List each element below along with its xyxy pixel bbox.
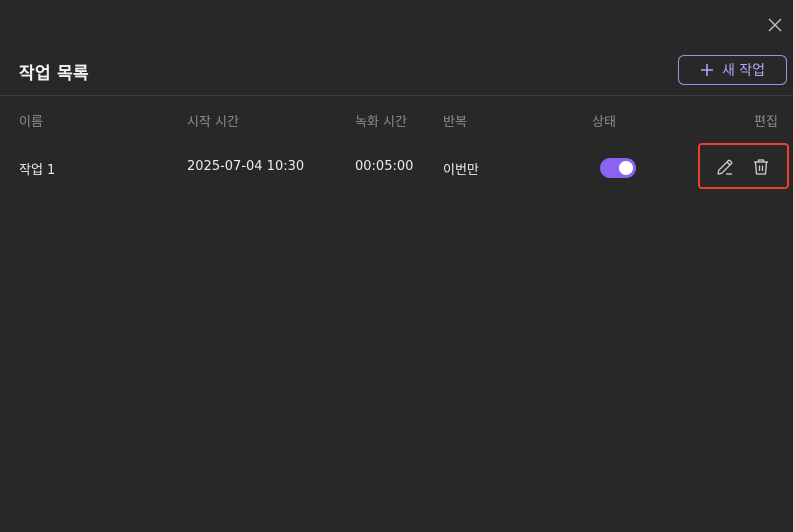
column-header-edit: 편집: [754, 115, 778, 130]
pencil-icon: [717, 159, 733, 175]
header-divider: [0, 95, 793, 96]
column-header-name: 이름: [19, 115, 43, 130]
task-start-time: 2025-07-04 10:30: [187, 159, 305, 174]
column-header-record-time: 녹화 시간: [355, 115, 407, 130]
plus-icon: [700, 64, 713, 76]
dialog-title: 작업 목록: [19, 64, 89, 84]
column-header-status: 상태: [592, 115, 616, 130]
column-header-repeat: 반복: [443, 115, 467, 130]
new-task-button[interactable]: 새 작업: [678, 55, 787, 85]
status-toggle[interactable]: [600, 158, 636, 178]
new-task-button-label: 새 작업: [721, 63, 766, 79]
task-list-dialog: 작업 목록 새 작업 이름 시작 시간 녹화 시간 반복 상태 편집 작업 1 …: [0, 0, 793, 532]
toggle-knob: [619, 161, 633, 175]
edit-actions-highlight: [698, 143, 789, 189]
column-header-start-time: 시작 시간: [187, 115, 239, 130]
delete-button[interactable]: [751, 157, 771, 177]
close-icon: [768, 18, 782, 32]
edit-button[interactable]: [715, 157, 735, 177]
task-repeat: 이번만: [443, 163, 479, 178]
task-name: 작업 1: [19, 163, 56, 178]
task-record-time: 00:05:00: [355, 159, 414, 174]
trash-icon: [754, 159, 768, 175]
close-button[interactable]: [764, 14, 786, 36]
